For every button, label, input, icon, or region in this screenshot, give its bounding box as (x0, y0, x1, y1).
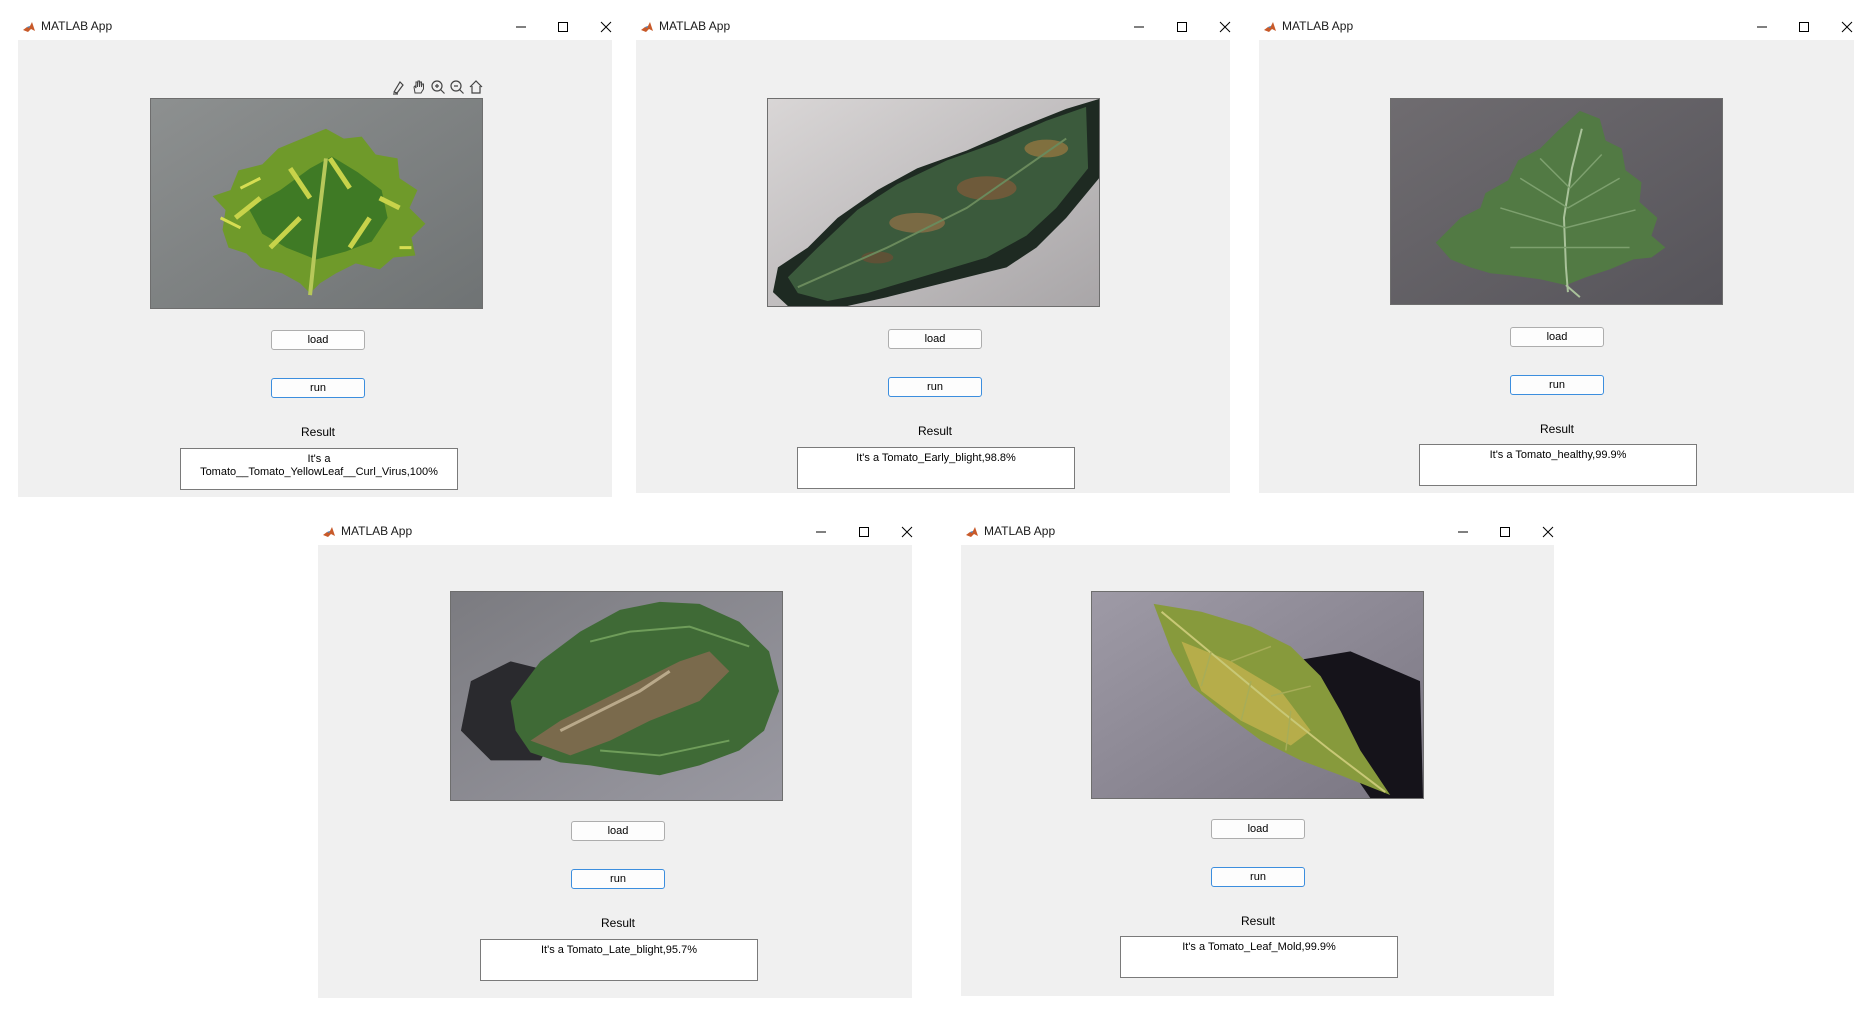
minimize-icon[interactable] (1124, 16, 1154, 38)
matlab-app-window-1: MATLAB App load run Result It's a Tomato… (18, 14, 612, 497)
result-label: Result (917, 424, 952, 438)
matlab-logo-icon (322, 525, 336, 539)
late-blight-leaf-image (450, 591, 783, 801)
close-icon[interactable] (1533, 521, 1563, 543)
brush-icon[interactable] (391, 78, 409, 96)
result-label: Result (300, 425, 335, 439)
healthy-leaf-image (1390, 98, 1723, 305)
result-label: Result (600, 916, 635, 930)
matlab-logo-icon (22, 20, 36, 34)
result-label: Result (1240, 914, 1275, 928)
load-button[interactable]: load (1510, 327, 1604, 347)
zoom-out-icon[interactable] (448, 78, 466, 96)
maximize-icon[interactable] (1167, 16, 1197, 38)
window-title: MATLAB App (984, 524, 1056, 538)
home-icon[interactable] (467, 78, 485, 96)
app-panel: load run Result It's a Tomato_Early_blig… (636, 40, 1230, 493)
result-field: It's a Tomato_healthy,99.9% (1419, 444, 1697, 486)
matlab-app-window-4: MATLAB App load run Result It's a Tomato… (318, 519, 912, 998)
run-button[interactable]: run (271, 378, 365, 398)
window-title: MATLAB App (1282, 19, 1354, 33)
result-field: It's a Tomato_Late_blight,95.7% (480, 939, 758, 981)
yellow-leaf-curl-virus-leaf-image (150, 98, 483, 309)
window-title: MATLAB App (659, 19, 731, 33)
result-label: Result (1539, 422, 1574, 436)
maximize-icon[interactable] (548, 16, 578, 38)
run-button[interactable]: run (1211, 867, 1305, 887)
axes-toolbar (391, 78, 485, 96)
pan-hand-icon[interactable] (410, 78, 428, 96)
matlab-logo-icon (1263, 20, 1277, 34)
result-field: It's a Tomato_Leaf_Mold,99.9% (1120, 936, 1398, 978)
load-button[interactable]: load (888, 329, 982, 349)
maximize-icon[interactable] (849, 521, 879, 543)
minimize-icon[interactable] (1448, 521, 1478, 543)
close-icon[interactable] (1832, 16, 1862, 38)
zoom-in-icon[interactable] (429, 78, 447, 96)
maximize-icon[interactable] (1490, 521, 1520, 543)
result-field: It's a Tomato__Tomato_YellowLeaf__Curl_V… (180, 448, 458, 490)
run-button[interactable]: run (571, 869, 665, 889)
run-button[interactable]: run (1510, 375, 1604, 395)
app-panel: load run Result It's a Tomato_healthy,99… (1259, 40, 1854, 493)
close-icon[interactable] (1210, 16, 1240, 38)
app-panel: load run Result It's a Tomato_Late_bligh… (318, 545, 912, 998)
load-button[interactable]: load (1211, 819, 1305, 839)
window-title: MATLAB App (341, 524, 413, 538)
close-icon[interactable] (892, 521, 922, 543)
result-field: It's a Tomato_Early_blight,98.8% (797, 447, 1075, 489)
title-bar[interactable]: MATLAB App (18, 14, 612, 40)
title-bar[interactable]: MATLAB App (636, 14, 1230, 40)
matlab-app-window-5: MATLAB App load run Result It's a Tomato… (961, 519, 1554, 996)
title-bar[interactable]: MATLAB App (961, 519, 1554, 545)
matlab-app-window-3: MATLAB App load run Result It's a Tomato… (1259, 14, 1854, 493)
early-blight-leaf-image (767, 98, 1100, 307)
matlab-app-window-2: MATLAB App load run Result It's a Tomato… (636, 14, 1230, 493)
app-panel: load run Result It's a Tomato__Tomato_Ye… (18, 40, 612, 497)
minimize-icon[interactable] (1747, 16, 1777, 38)
title-bar[interactable]: MATLAB App (318, 519, 912, 545)
leaf-mold-leaf-image (1091, 591, 1424, 799)
window-title: MATLAB App (41, 19, 113, 33)
run-button[interactable]: run (888, 377, 982, 397)
minimize-icon[interactable] (506, 16, 536, 38)
load-button[interactable]: load (271, 330, 365, 350)
load-button[interactable]: load (571, 821, 665, 841)
minimize-icon[interactable] (806, 521, 836, 543)
maximize-icon[interactable] (1789, 16, 1819, 38)
title-bar[interactable]: MATLAB App (1259, 14, 1854, 40)
close-icon[interactable] (591, 16, 621, 38)
matlab-logo-icon (965, 525, 979, 539)
app-panel: load run Result It's a Tomato_Leaf_Mold,… (961, 545, 1554, 996)
matlab-logo-icon (640, 20, 654, 34)
